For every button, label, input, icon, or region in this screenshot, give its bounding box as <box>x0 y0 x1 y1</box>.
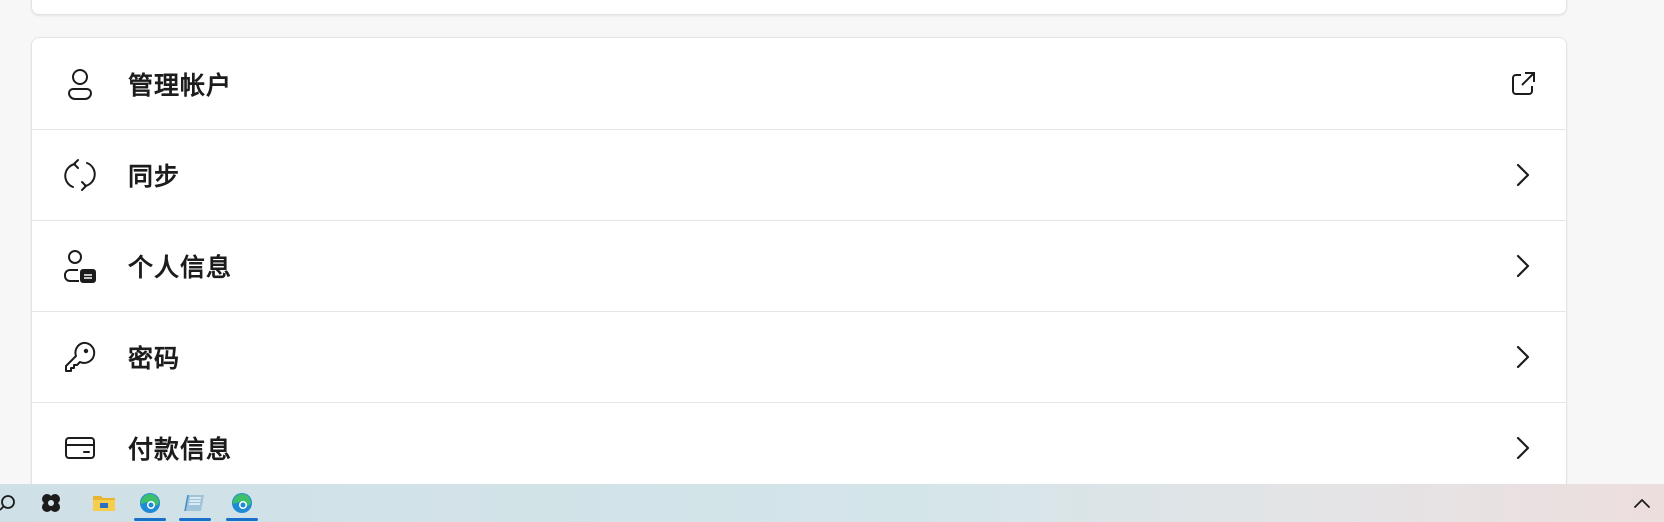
file-explorer-icon[interactable] <box>82 484 126 522</box>
person-card-icon <box>63 249 97 283</box>
password-row[interactable]: 密码 <box>32 311 1566 402</box>
credit-card-icon <box>63 431 97 465</box>
chevron-right-icon <box>1508 433 1538 463</box>
key-icon <box>63 340 97 374</box>
payment-info-row[interactable]: 付款信息 <box>32 402 1566 493</box>
edge-icon[interactable] <box>128 484 172 522</box>
chevron-right-icon <box>1508 251 1538 281</box>
password-label: 密码 <box>128 344 181 373</box>
search-icon[interactable] <box>0 484 30 522</box>
active-indicator <box>134 518 166 521</box>
active-indicator <box>226 518 258 521</box>
sync-label: 同步 <box>128 162 181 191</box>
active-indicator <box>179 518 211 521</box>
manage-account-row[interactable]: 管理帐户 <box>32 38 1566 129</box>
edge-icon[interactable] <box>220 484 264 522</box>
notepad-icon[interactable] <box>173 484 217 522</box>
account-settings-card: 管理帐户 同步 个人信息 密码 付款信息 <box>31 37 1567 497</box>
app-icon[interactable] <box>29 484 73 522</box>
external-link-icon[interactable] <box>1508 69 1538 99</box>
chevron-right-icon <box>1508 160 1538 190</box>
taskbar <box>0 484 1664 522</box>
chevron-up-icon[interactable] <box>1622 484 1662 522</box>
payment-info-label: 付款信息 <box>128 435 233 464</box>
settings-page: 管理帐户 同步 个人信息 密码 付款信息 <box>0 0 1664 522</box>
sync-row[interactable]: 同步 <box>32 129 1566 220</box>
personal-info-label: 个人信息 <box>128 253 233 282</box>
sync-icon <box>63 158 97 192</box>
person-icon <box>63 67 97 101</box>
manage-account-label: 管理帐户 <box>128 70 233 100</box>
chevron-right-icon <box>1508 342 1538 372</box>
previous-card <box>31 0 1567 15</box>
personal-info-row[interactable]: 个人信息 <box>32 220 1566 311</box>
